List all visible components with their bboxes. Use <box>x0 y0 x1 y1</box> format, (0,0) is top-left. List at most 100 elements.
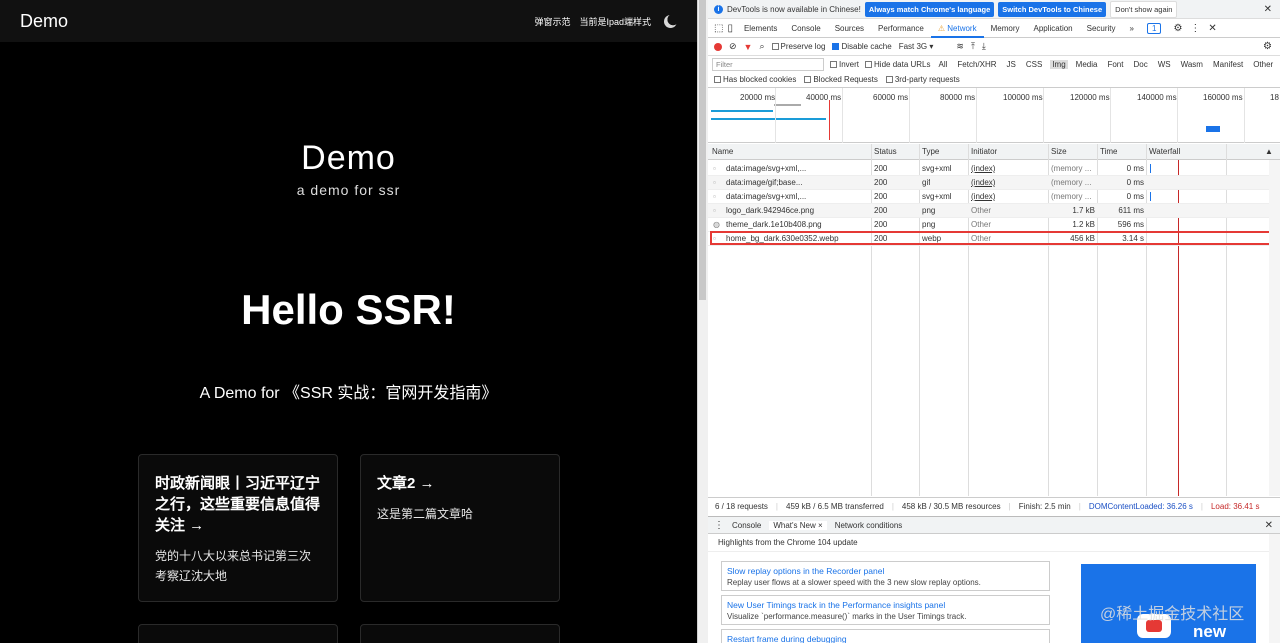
blocked-cookies-label: Has blocked cookies <box>723 75 797 84</box>
tab-performance[interactable]: Performance <box>871 19 931 38</box>
drawer-tab-whats-new-label: What's New <box>773 520 816 530</box>
table-scrollbar[interactable] <box>1269 160 1280 496</box>
article-card[interactable]: 文章2 → 这是第二篇文章哈 <box>360 454 560 602</box>
news-item[interactable]: New User Timings track in the Performanc… <box>721 595 1050 625</box>
col-status[interactable]: Status <box>874 145 897 159</box>
news-title[interactable]: New User Timings track in the Performanc… <box>727 599 1044 611</box>
table-row[interactable]: ▫ logo_dark.942946ce.png 200 png Other 1… <box>708 204 1270 218</box>
drawer-menu-icon[interactable]: ⋮ <box>714 520 724 531</box>
tab-console[interactable]: Console <box>784 19 827 38</box>
col-size[interactable]: Size <box>1051 145 1067 159</box>
table-row[interactable]: ▫ data:image/gif;base... 200 gif (index)… <box>708 176 1270 190</box>
filter-input[interactable]: Filter <box>712 57 824 71</box>
drawer-tab-console[interactable]: Console <box>732 521 761 530</box>
news-title[interactable]: Slow replay options in the Recorder pane… <box>727 565 1044 577</box>
tab-security[interactable]: Security <box>1080 19 1123 38</box>
tab-sources[interactable]: Sources <box>828 19 871 38</box>
article-card-title[interactable]: 文章2 → <box>377 473 543 494</box>
issues-badge[interactable]: 1 <box>1146 22 1162 34</box>
wifi-icon[interactable]: ≋ <box>956 41 964 52</box>
page-scrollbar-thumb[interactable] <box>699 0 706 300</box>
filter-type-fetch[interactable]: Fetch/XHR <box>955 60 998 69</box>
col-name[interactable]: Name <box>712 145 733 159</box>
col-type[interactable]: Type <box>922 145 939 159</box>
settings-gear-icon[interactable]: ⚙ <box>1173 23 1182 34</box>
table-row[interactable]: ▫ data:image/svg+xml,... 200 svg+xml (in… <box>708 190 1270 204</box>
news-item[interactable]: Slow replay options in the Recorder pane… <box>721 561 1050 591</box>
filter-type-ws[interactable]: WS <box>1156 60 1173 69</box>
filter-type-doc[interactable]: Doc <box>1131 60 1149 69</box>
tab-application[interactable]: Application <box>1026 19 1079 38</box>
timeline-overview[interactable]: 20000 ms 40000 ms 60000 ms 80000 ms 1000… <box>708 88 1280 143</box>
search-icon[interactable]: ⌕ <box>759 41 764 52</box>
throttle-select[interactable]: Fast 3G ▾ <box>899 42 934 51</box>
request-initiator[interactable]: (index) <box>971 176 995 190</box>
waterfall-bar <box>1150 192 1151 201</box>
news-title[interactable]: Restart frame during debugging <box>727 633 1044 643</box>
kebab-menu-icon[interactable]: ⋮ <box>1190 23 1200 34</box>
article-card[interactable]: 时政新闻眼丨习近平辽宁之行，这些重要信息值得关注 → 党的十八大以来总书记第三次… <box>138 454 338 602</box>
tab-network-label: Network <box>947 23 977 33</box>
table-row[interactable]: ▫ data:image/svg+xml,... 200 svg+xml (in… <box>708 162 1270 176</box>
filter-type-manifest[interactable]: Manifest <box>1211 60 1245 69</box>
close-drawer-icon[interactable]: ✕ <box>1265 520 1273 531</box>
switch-language-button[interactable]: Switch DevTools to Chinese <box>998 1 1107 17</box>
filter-icon[interactable]: ▼ <box>744 42 753 52</box>
more-tabs-icon[interactable]: » <box>1123 19 1141 38</box>
device-toolbar-icon[interactable]: ▯ <box>727 23 733 34</box>
article-card[interactable] <box>138 624 338 643</box>
network-settings-icon[interactable]: ⚙ <box>1263 41 1272 52</box>
sort-up-icon[interactable]: ▲ <box>1265 145 1273 159</box>
upload-icon[interactable]: ⤒ <box>971 41 975 52</box>
tab-network[interactable]: ⚠ Network <box>930 19 984 38</box>
col-initiator[interactable]: Initiator <box>971 145 997 159</box>
grid-line <box>775 88 776 143</box>
blocked-requests-checkbox[interactable]: Blocked Requests <box>804 75 878 84</box>
drawer-scrollbar[interactable] <box>1269 534 1280 643</box>
timeline-bar <box>1206 126 1220 132</box>
tab-memory[interactable]: Memory <box>984 19 1027 38</box>
preserve-log-checkbox[interactable]: Preserve log <box>771 42 825 51</box>
popup-demo-link[interactable]: 弹窗示范 <box>534 15 570 28</box>
match-language-button[interactable]: Always match Chrome's language <box>864 1 995 17</box>
filter-type-img[interactable]: Img <box>1050 59 1068 69</box>
request-status: 200 <box>874 178 888 187</box>
ipad-style-link[interactable]: 当前是Ipad端样式 <box>579 15 651 28</box>
article-card-title[interactable]: 时政新闻眼丨习近平辽宁之行，这些重要信息值得关注 → <box>155 473 321 536</box>
filter-type-css[interactable]: CSS <box>1024 60 1044 69</box>
table-row[interactable]: ◍ theme_dark.1e10b408.png 200 png Other … <box>708 218 1270 232</box>
drawer-tab-network-conditions[interactable]: Network conditions <box>835 521 903 530</box>
col-waterfall[interactable]: Waterfall <box>1149 145 1180 159</box>
request-initiator[interactable]: (index) <box>971 162 995 176</box>
tab-elements[interactable]: Elements <box>737 19 784 38</box>
article-card[interactable] <box>360 624 560 643</box>
request-initiator[interactable]: (index) <box>971 190 995 204</box>
third-party-checkbox[interactable]: 3rd-party requests <box>885 75 960 84</box>
filter-type-other[interactable]: Other <box>1251 60 1275 69</box>
filter-type-all[interactable]: All <box>937 60 950 69</box>
filter-type-js[interactable]: JS <box>1005 60 1018 69</box>
close-icon[interactable]: ✕ <box>1264 4 1272 15</box>
clear-icon[interactable]: ⊘ <box>729 41 737 52</box>
dismiss-button[interactable]: Don't show again <box>1110 0 1178 18</box>
inspect-icon[interactable]: ⬚ <box>714 23 723 34</box>
news-item[interactable]: Restart frame during debugging <box>721 629 1050 643</box>
filter-type-media[interactable]: Media <box>1074 60 1100 69</box>
close-tab-icon[interactable]: × <box>818 521 823 530</box>
request-time: 0 ms <box>1126 164 1144 173</box>
invert-checkbox[interactable]: Invert <box>830 60 859 69</box>
filter-type-wasm[interactable]: Wasm <box>1179 60 1205 69</box>
hide-data-urls-checkbox[interactable]: Hide data URLs <box>865 60 931 69</box>
download-icon[interactable]: ⤓ <box>982 41 986 52</box>
filter-type-font[interactable]: Font <box>1105 60 1125 69</box>
drawer-tab-whats-new[interactable]: What's New × <box>769 520 827 530</box>
blocked-cookies-checkbox[interactable]: Has blocked cookies <box>714 75 796 84</box>
close-devtools-icon[interactable]: ✕ <box>1208 23 1216 34</box>
timeline-tick: 60000 ms <box>873 93 909 102</box>
record-icon[interactable] <box>714 42 722 51</box>
resources-size: 458 kB / 30.5 MB resources <box>901 502 1001 511</box>
moon-icon[interactable] <box>664 14 677 28</box>
col-time[interactable]: Time <box>1100 145 1117 159</box>
disable-cache-checkbox[interactable]: Disable cache <box>832 42 892 51</box>
site-logo[interactable]: Demo <box>20 11 68 32</box>
